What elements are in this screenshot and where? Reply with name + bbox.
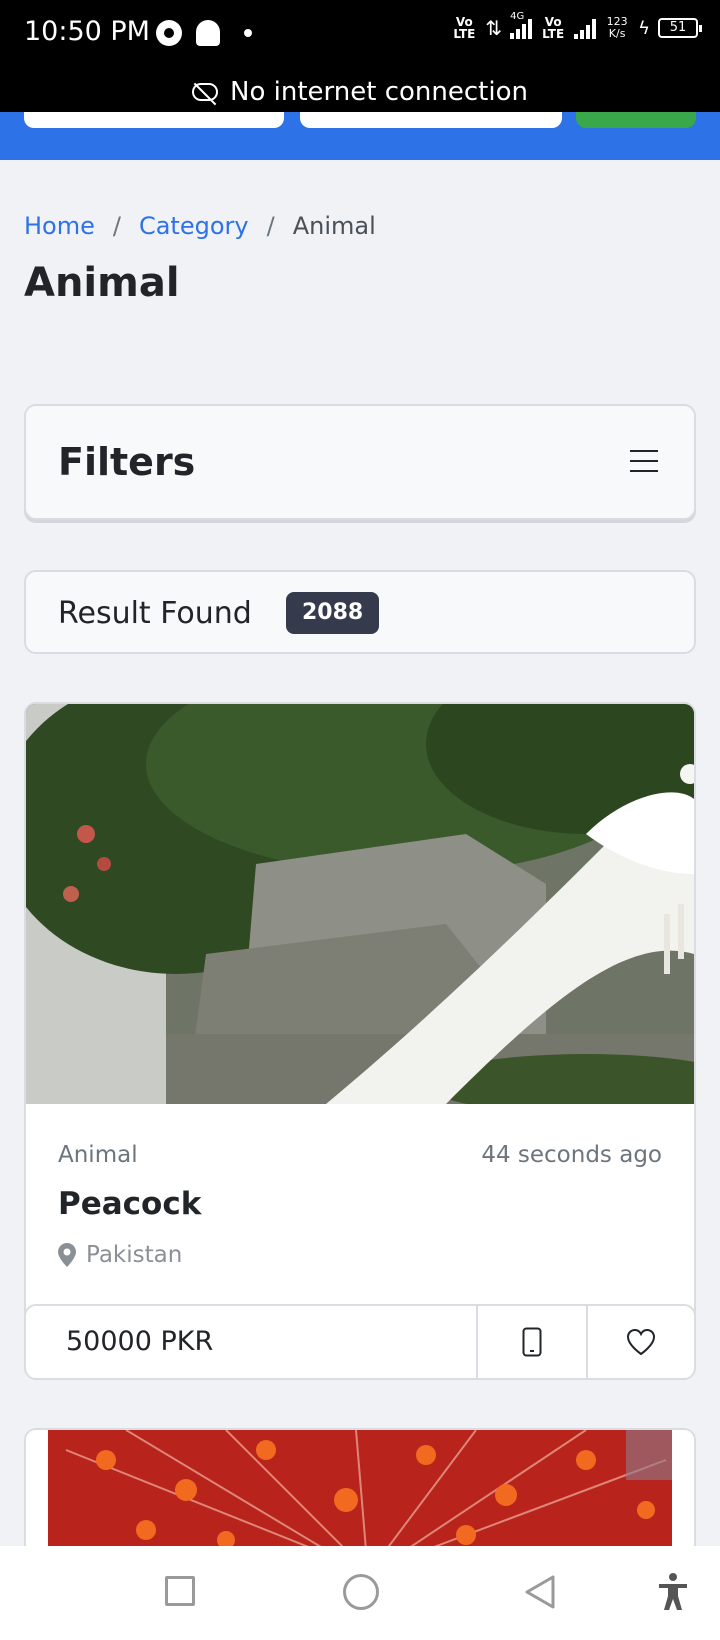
breadcrumb-separator: /: [112, 212, 121, 240]
site-header: [0, 112, 720, 160]
snapchat-icon: [196, 20, 220, 46]
listing-image[interactable]: [26, 704, 694, 1104]
signal-4g: 4G: [510, 11, 533, 39]
call-button[interactable]: [478, 1306, 588, 1378]
volte-indicator-1: Vo LTE: [453, 15, 476, 41]
charging-bolt-icon: ϟ: [638, 17, 650, 39]
phone-icon: [522, 1327, 542, 1357]
hamburger-menu-icon[interactable]: [630, 450, 658, 472]
volte-indicator-2: Vo LTE: [542, 15, 565, 41]
listing-price: 50000 PKR: [26, 1306, 478, 1378]
page-title: Animal: [24, 260, 180, 306]
data-transfer-icon: ⇅: [485, 16, 503, 40]
listing-location: Pakistan: [58, 1242, 182, 1268]
listing-time: 44 seconds ago: [481, 1142, 662, 1168]
home-button[interactable]: [343, 1574, 379, 1610]
listing-card-next[interactable]: [24, 1428, 696, 1548]
listing-details: Animal 44 seconds ago Peacock Pakistan: [26, 1104, 694, 1304]
signal-strength-icon-2: [574, 17, 597, 39]
recent-apps-button[interactable]: [165, 1576, 195, 1606]
breadcrumb-home-link[interactable]: Home: [24, 212, 95, 240]
breadcrumb-separator: /: [266, 212, 275, 240]
location-pin-icon: [58, 1243, 76, 1267]
battery-level: 51: [658, 18, 702, 38]
header-search-input[interactable]: [24, 112, 284, 128]
accessibility-icon[interactable]: [656, 1572, 690, 1612]
header-search-button[interactable]: [576, 112, 696, 128]
status-time: 10:50 PM: [24, 16, 150, 47]
filters-title: Filters: [58, 440, 196, 484]
breadcrumb-current: Animal: [292, 212, 376, 240]
more-notifications-dot-icon: [244, 29, 252, 37]
status-indicators: Vo LTE ⇅ 4G Vo LTE 123 K/s ϟ 51: [451, 11, 702, 41]
app-notification-icon: [156, 20, 182, 46]
result-found-label: Result Found: [58, 596, 252, 631]
favorite-button[interactable]: [588, 1306, 694, 1378]
system-navigation-bar: [0, 1546, 720, 1640]
result-found-bar: Result Found 2088: [24, 570, 696, 654]
peacock-photo: [26, 704, 694, 1104]
breadcrumb-category-link[interactable]: Category: [139, 212, 249, 240]
breadcrumb: Home / Category / Animal: [24, 212, 376, 240]
result-count-badge: 2088: [286, 592, 380, 634]
no-internet-text: No internet connection: [230, 77, 528, 107]
heart-icon: [626, 1328, 656, 1356]
listing-image-next: [26, 1430, 694, 1548]
network-type-label: 4G: [510, 11, 525, 22]
listing-footer: 50000 PKR: [26, 1304, 694, 1378]
listing-category: Animal: [58, 1142, 138, 1168]
status-bar: 10:50 PM Vo LTE ⇅ 4G Vo LTE 123 K/s ϟ 51: [0, 0, 720, 72]
header-location-input[interactable]: [300, 112, 562, 128]
listing-location-text: Pakistan: [86, 1242, 183, 1268]
listing-title[interactable]: Peacock: [58, 1186, 201, 1222]
network-speed: 123 K/s: [606, 15, 628, 40]
notification-icons: [156, 20, 252, 46]
back-button[interactable]: [524, 1574, 556, 1610]
no-internet-banner: No internet connection: [0, 72, 720, 112]
listing-card[interactable]: Animal 44 seconds ago Peacock Pakistan 5…: [24, 702, 696, 1380]
filters-panel[interactable]: Filters: [24, 404, 696, 520]
cloud-off-icon: [192, 83, 219, 101]
